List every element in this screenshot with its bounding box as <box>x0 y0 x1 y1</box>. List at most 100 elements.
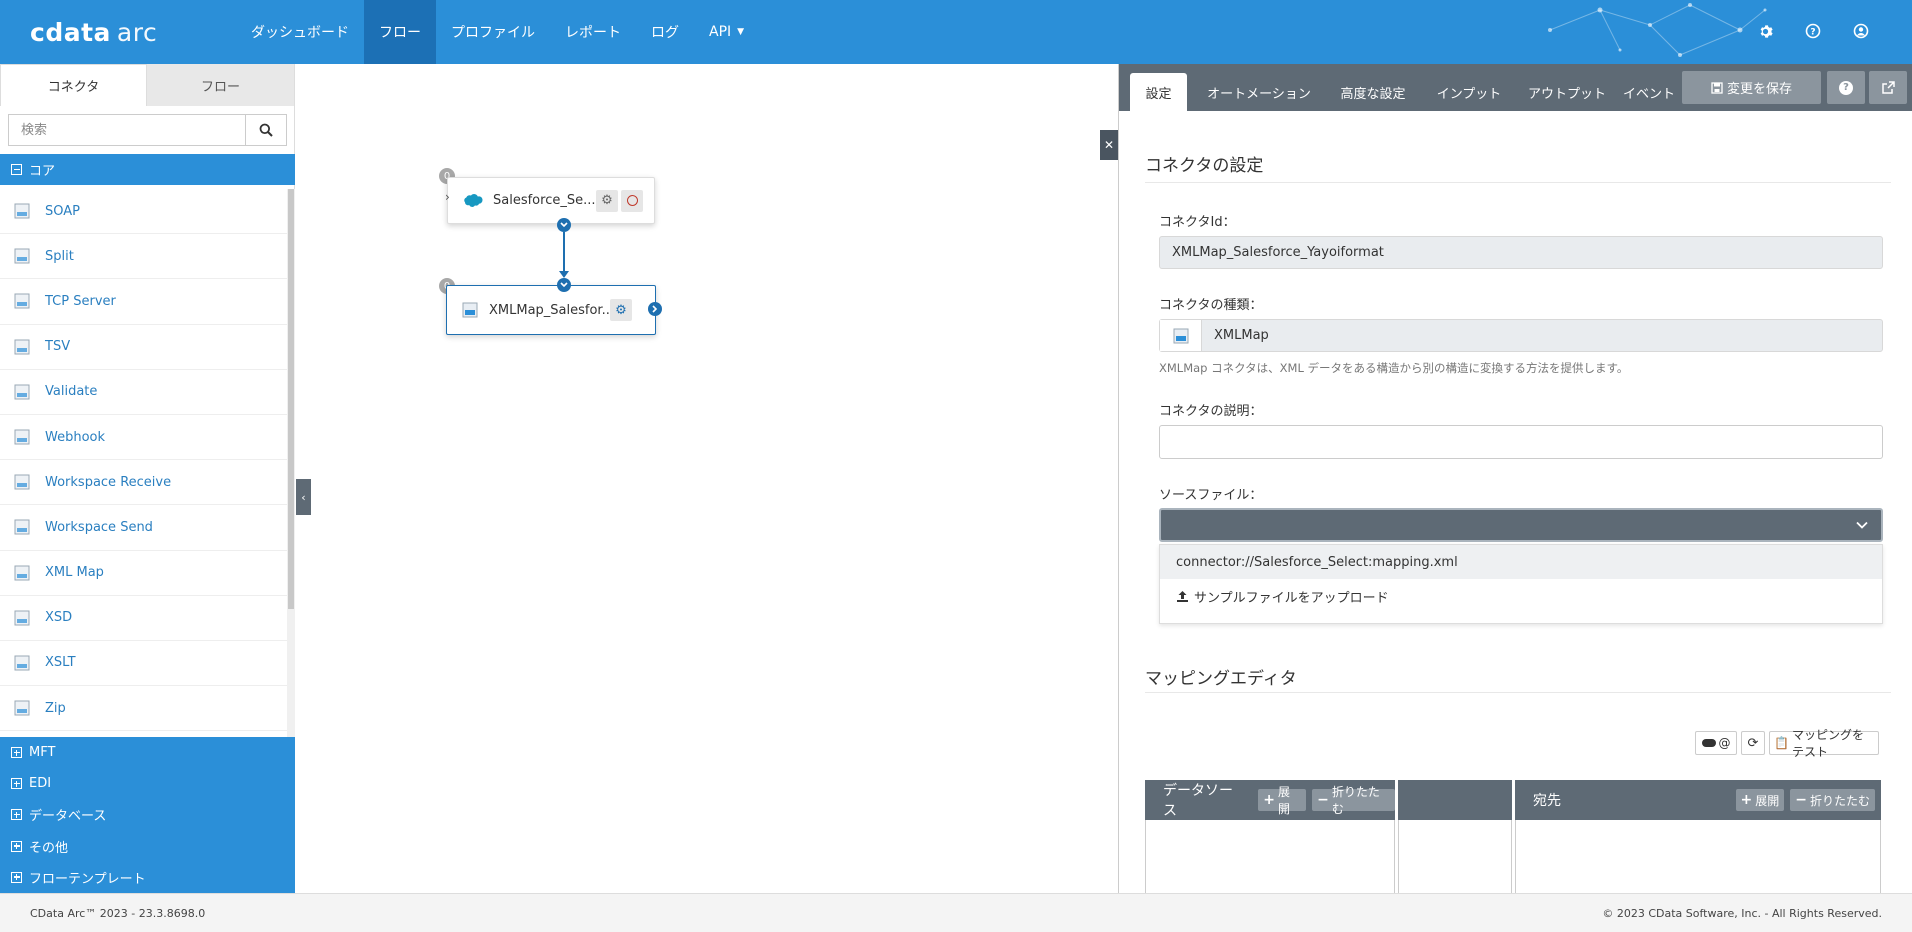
node-input-port[interactable] <box>557 278 571 292</box>
category-label: データベース <box>29 809 107 825</box>
connector-item-xml-map[interactable]: XML Map <box>0 551 287 596</box>
scrollbar-thumb[interactable] <box>288 189 294 609</box>
node-output-port[interactable] <box>648 302 662 316</box>
tab-connectors[interactable]: コネクタ <box>0 64 147 106</box>
divider <box>1145 182 1891 183</box>
flow-node-xmlmap[interactable]: XMLMap_Salesfor... ⚙ <box>446 285 656 335</box>
category-mft[interactable]: MFT <box>0 737 295 768</box>
gear-icon[interactable] <box>1754 20 1776 42</box>
nav-report[interactable]: レポート <box>550 0 636 64</box>
connector-item-tsv[interactable]: TSV <box>0 325 287 370</box>
xslt-icon <box>12 653 32 673</box>
nav-flow[interactable]: フロー <box>364 0 436 64</box>
connector-sidebar: コネクタ フロー コア SOAP Split TCP Server TSV Valida… <box>0 64 295 893</box>
connector-item-tcp-server[interactable]: TCP Server <box>0 279 287 325</box>
test-mapping-button[interactable]: 📋 マッピングをテスト <box>1769 728 1879 759</box>
validate-icon <box>12 382 32 402</box>
flow-canvas[interactable] <box>296 64 1118 893</box>
refresh-button[interactable]: ⟳ <box>1741 731 1765 755</box>
source-file-label: ソースファイル： <box>1159 488 1263 503</box>
source-file-select[interactable] <box>1159 508 1883 542</box>
category-core[interactable]: コア <box>0 154 295 185</box>
tab-output[interactable]: アウトプット <box>1513 73 1621 111</box>
expand-dest-button[interactable]: + 展開 <box>1735 789 1785 811</box>
tab-advanced[interactable]: 高度な設定 <box>1323 73 1423 111</box>
logo-main-text: cdata <box>30 18 111 47</box>
search-button[interactable] <box>245 114 287 146</box>
toggle-attribute-button[interactable]: @ <box>1695 731 1737 755</box>
source-tree-area[interactable] <box>1145 820 1395 893</box>
node-schedule-button[interactable] <box>621 189 643 212</box>
connector-item-xsd[interactable]: XSD <box>0 596 287 641</box>
flow-node-salesforce[interactable]: › Salesforce_Se... ⚙ <box>445 177 655 224</box>
nav-api[interactable]: API ▼ <box>694 0 759 64</box>
category-flow-template[interactable]: フローテンプレート <box>0 862 295 893</box>
nav-dashboard[interactable]: ダッシュボード <box>236 0 364 64</box>
connector-label: Zip <box>45 700 66 716</box>
svg-text:?: ? <box>1810 28 1815 38</box>
connector-item-webhook[interactable]: Webhook <box>0 415 287 461</box>
connector-item-xslt[interactable]: XSLT <box>0 641 287 687</box>
connector-label: Webhook <box>45 429 106 445</box>
flow-connection-line <box>559 232 569 278</box>
category-edi[interactable]: EDI <box>0 768 295 799</box>
xml-map-icon <box>12 563 32 583</box>
node-settings-button[interactable]: ⚙ <box>596 189 618 212</box>
workspace-send-icon <box>12 517 32 537</box>
collapse-label: 折りたたむ <box>1331 785 1380 816</box>
expand-plus-icon <box>11 809 22 821</box>
tab-input[interactable]: インプット <box>1427 73 1511 111</box>
panel-help-button[interactable]: ? <box>1827 71 1865 104</box>
connector-item-validate[interactable]: Validate <box>0 370 287 415</box>
destination-column-header: 宛先 + 展開 − 折りたたむ <box>1515 780 1881 820</box>
workspace-receive-icon <box>12 472 32 492</box>
cdata-arc-logo[interactable]: cdata arc <box>30 18 157 47</box>
divider <box>1145 692 1891 693</box>
close-panel-button[interactable]: ✕ <box>1100 130 1118 160</box>
nav-profile[interactable]: プロファイル <box>436 0 550 64</box>
node-settings-button[interactable]: ⚙ <box>610 299 632 321</box>
version-text: CData Arc™ 2023 - 23.3.8698.0 <box>30 906 206 920</box>
connector-list-scrollbar[interactable] <box>287 189 295 737</box>
mapping-editor-title: マッピングエディタ <box>1145 669 1297 689</box>
destination-tree-area[interactable] <box>1515 820 1881 893</box>
search-icon <box>259 123 273 137</box>
node-output-port[interactable] <box>557 218 571 232</box>
tab-flows[interactable]: フロー <box>147 64 294 106</box>
connector-item-zip[interactable]: Zip <box>0 686 287 732</box>
collapse-sidebar-button[interactable]: ‹ <box>296 479 311 515</box>
upload-option-label: サンプルファイルをアップロード <box>1194 590 1389 606</box>
collapse-dest-button[interactable]: − 折りたたむ <box>1790 789 1875 811</box>
source-option-upload[interactable]: サンプルファイルをアップロード <box>1160 579 1882 613</box>
help-icon[interactable]: ? <box>1802 20 1824 42</box>
tab-automation[interactable]: オートメーション <box>1199 73 1319 111</box>
footer: CData Arc™ 2023 - 23.3.8698.0 © 2023 CDa… <box>0 893 1912 932</box>
search-input[interactable] <box>8 114 245 146</box>
expand-plus-icon <box>11 778 22 790</box>
tab-events[interactable]: イベント <box>1619 73 1679 111</box>
top-bar: cdata arc ダッシュボード フロー プロファイル レポート ログ API ▼… <box>0 0 1912 64</box>
category-label: フローテンプレート <box>29 871 146 887</box>
category-database[interactable]: データベース <box>0 799 295 830</box>
connector-item-workspace-send[interactable]: Workspace Send <box>0 505 287 551</box>
connector-list: SOAP Split TCP Server TSV Validate Webhook Wor… <box>0 189 287 737</box>
open-external-button[interactable] <box>1869 71 1907 104</box>
collapse-source-button[interactable]: − 折りたたむ <box>1312 785 1395 816</box>
connector-settings-panel: 設定 オートメーション 高度な設定 インプット アウトプット イベント 変更を保… <box>1118 64 1912 893</box>
connector-label: XML Map <box>45 565 104 581</box>
gear-icon: ⚙ <box>601 193 613 208</box>
tab-settings[interactable]: 設定 <box>1130 73 1187 111</box>
expand-source-button[interactable]: + 展開 <box>1258 785 1307 816</box>
tcp-server-icon <box>12 291 32 311</box>
source-option-mapping[interactable]: connector://Salesforce_Select:mapping.xm… <box>1160 545 1882 579</box>
nav-log[interactable]: ログ <box>636 0 694 64</box>
save-changes-button[interactable]: 変更を保存 <box>1682 71 1821 104</box>
connector-description-input[interactable] <box>1159 425 1883 459</box>
connector-item-split[interactable]: Split <box>0 234 287 280</box>
connector-item-soap[interactable]: SOAP <box>0 189 287 235</box>
user-icon[interactable] <box>1850 20 1872 42</box>
connector-label: Split <box>45 248 74 264</box>
category-other[interactable]: その他 <box>0 831 295 862</box>
connector-type-label: コネクタの種類： <box>1159 298 1263 313</box>
connector-item-workspace-receive[interactable]: Workspace Receive <box>0 460 287 506</box>
